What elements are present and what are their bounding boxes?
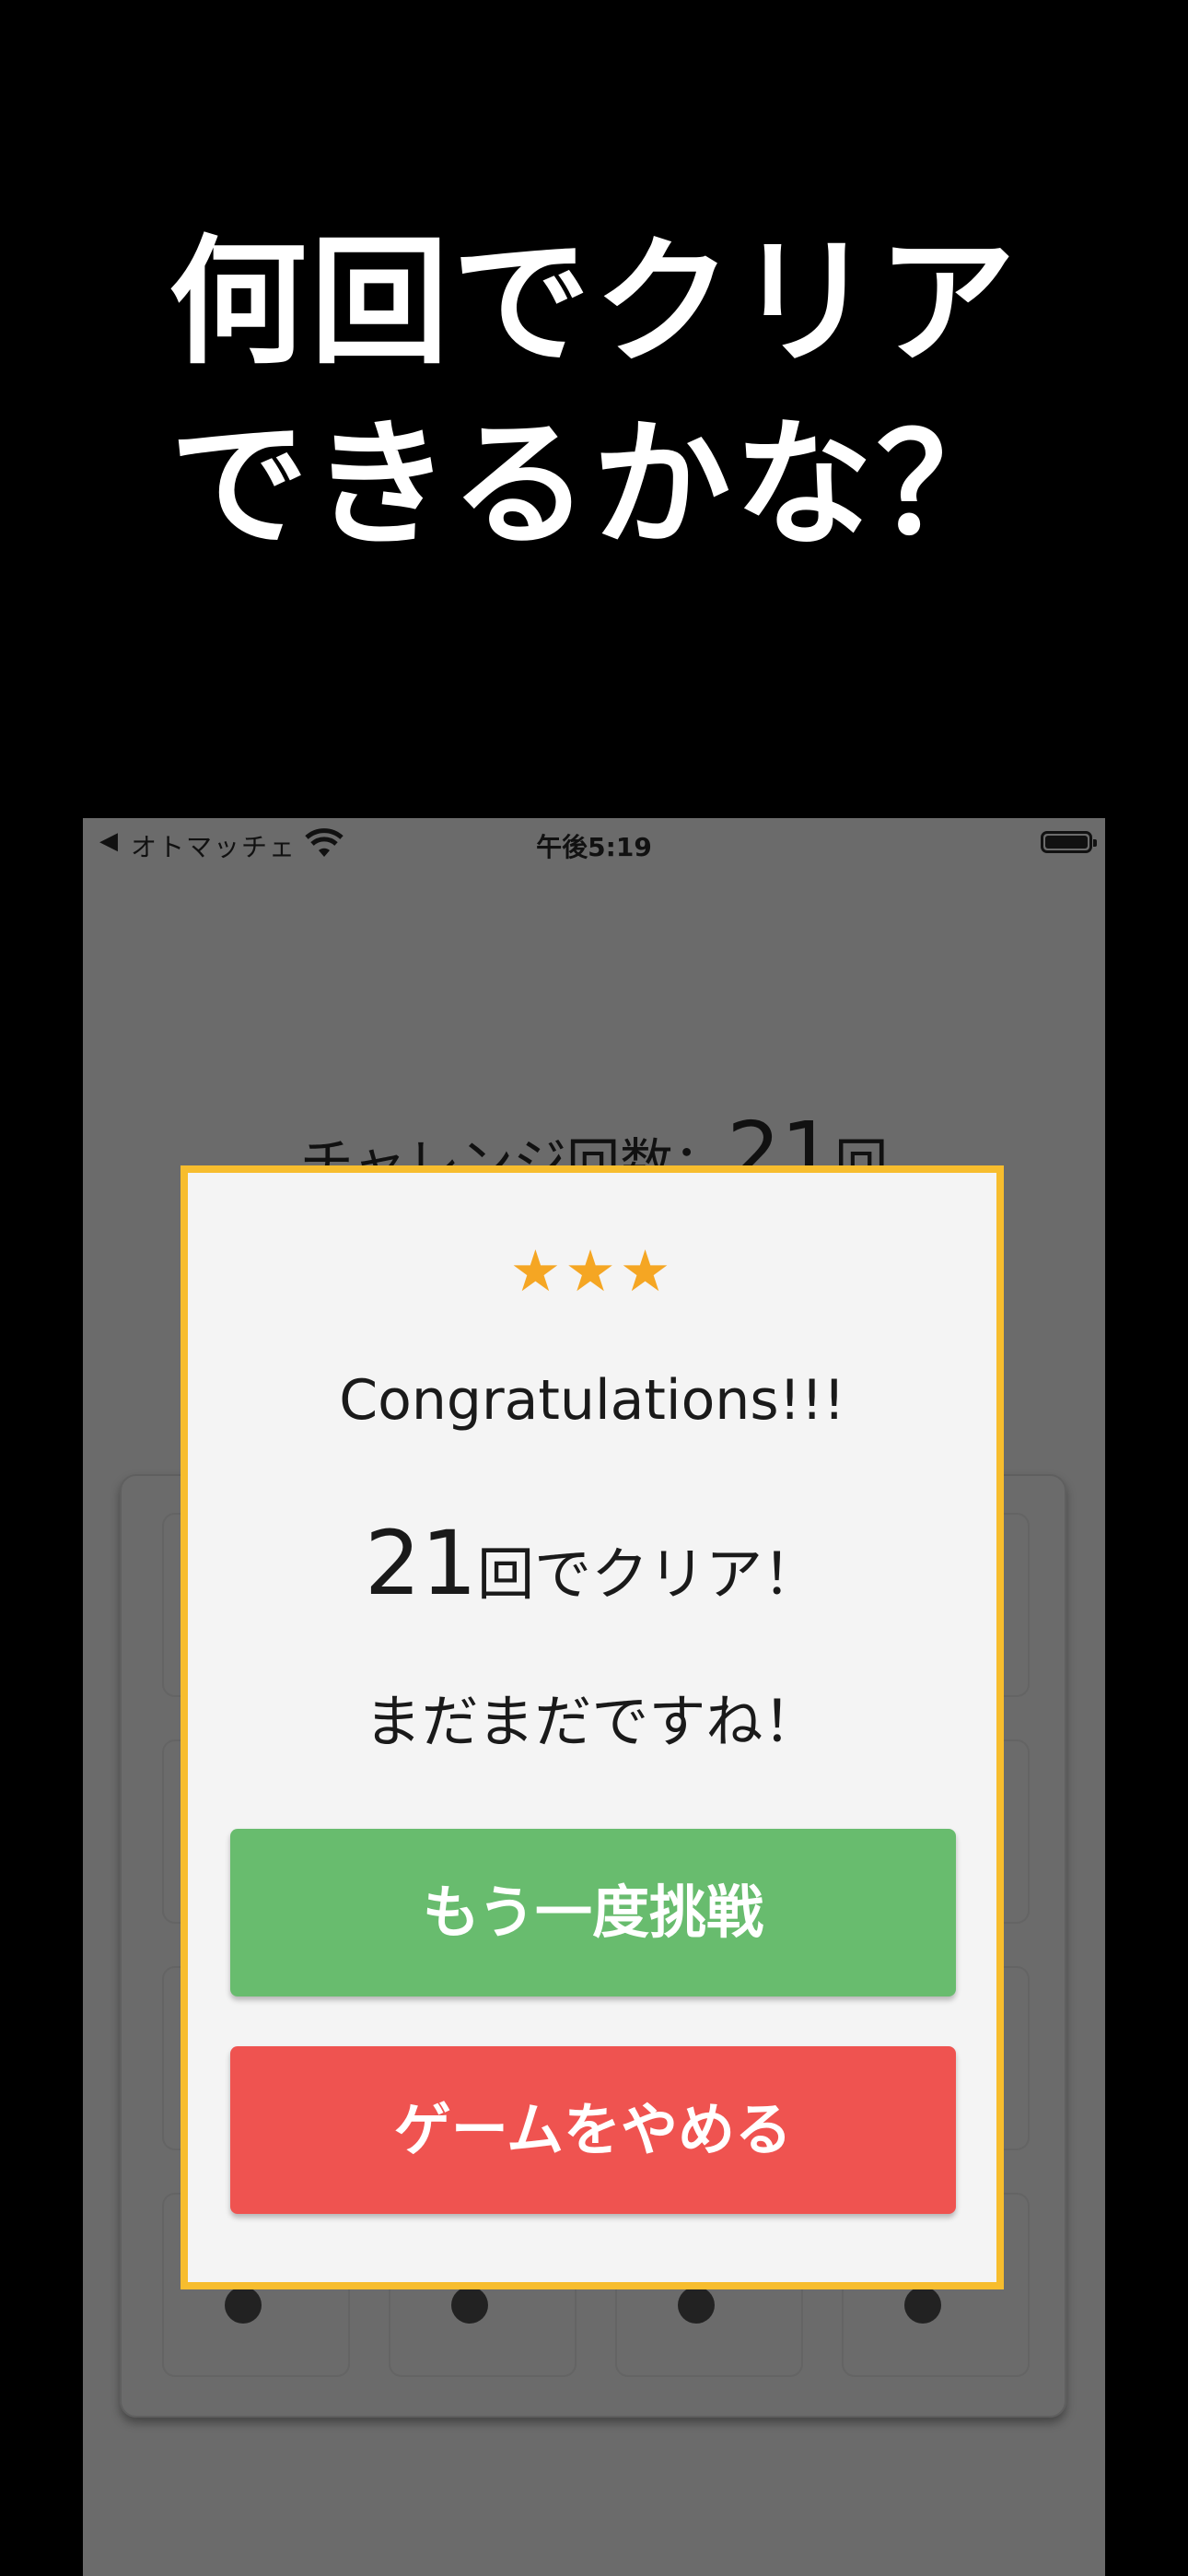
status-time: 午後5:19 — [536, 832, 652, 862]
quit-game-button[interactable]: ゲームをやめる — [230, 2046, 956, 2214]
note-icon — [225, 2287, 262, 2324]
result-dialog: ★★★ Congratulations!!! 21回でクリア！ まだまだですね！… — [181, 1165, 1004, 2289]
result-count: 21 — [364, 1512, 478, 1615]
result-text: 回でクリア！ — [477, 1540, 821, 1608]
note-icon — [451, 2287, 488, 2324]
result-comment: まだまだですね！ — [364, 1688, 821, 1755]
note-icon — [904, 2287, 941, 2324]
status-bar: ◀ オトマッチェ 午後5:19 — [83, 818, 1105, 872]
retry-button[interactable]: もう一度挑戦 — [230, 1829, 956, 1996]
battery-icon — [1041, 831, 1097, 853]
note-icon — [678, 2287, 715, 2324]
promo-line-1: 何回でクリア — [168, 223, 1019, 383]
star-rating-icon: ★★★ — [509, 1237, 675, 1305]
promo-headline: 何回でクリア できるかな？ — [0, 212, 1188, 577]
promo-line-2: できるかな？ — [169, 405, 1019, 566]
congratulations-title: Congratulations!!! — [339, 1368, 845, 1433]
result-summary: 21回でクリア！ — [188, 1512, 996, 1615]
